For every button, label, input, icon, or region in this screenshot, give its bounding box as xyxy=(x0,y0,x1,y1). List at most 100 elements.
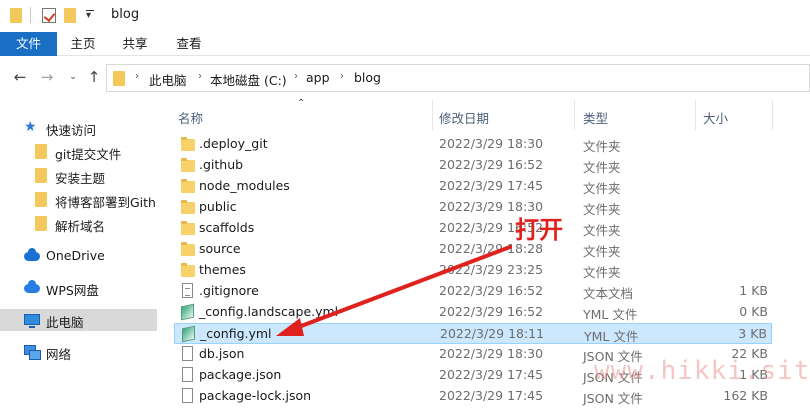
forward-arrow-icon[interactable]: → xyxy=(39,69,55,85)
file-row[interactable]: scaffolds 2022/3/29 16:52 文件夹 xyxy=(174,218,772,239)
file-row[interactable]: _config.landscape.yml 2022/3/29 16:52 YML … xyxy=(174,302,772,323)
file-type: 文件夹 xyxy=(583,181,621,196)
file-size: 162 KB xyxy=(723,388,768,403)
ribbon-tabs: 文件 主页 共享 查看 xyxy=(0,32,810,56)
file-name: .github xyxy=(199,157,244,172)
json-file-icon xyxy=(182,388,193,403)
column-divider[interactable] xyxy=(772,100,773,130)
file-size: 0 KB xyxy=(739,304,768,319)
chevron-right-icon[interactable]: › xyxy=(294,71,298,82)
file-row[interactable]: themes 2022/3/29 23:25 文件夹 xyxy=(174,260,772,281)
title-separator xyxy=(30,7,31,23)
file-date: 2022/3/29 18:30 xyxy=(439,346,544,361)
address-bar[interactable]: › 此电脑 › 本地磁盘 (C:) › app › blog xyxy=(106,64,810,92)
folder-icon xyxy=(35,144,47,159)
file-row[interactable]: node_modules 2022/3/29 17:45 文件夹 xyxy=(174,176,772,197)
file-date: 2022/3/29 17:45 xyxy=(439,388,544,403)
folder-icon xyxy=(181,221,195,235)
back-arrow-icon[interactable]: ← xyxy=(12,69,28,85)
sidebar-item-label: git提交文件 xyxy=(55,147,122,162)
file-type: JSON 文件 xyxy=(583,391,643,406)
sidebar-item-label: 此电脑 xyxy=(46,315,84,330)
column-name[interactable]: 名称 xyxy=(178,108,203,127)
file-type: 文件夹 xyxy=(583,139,621,154)
star-icon: ★ xyxy=(24,119,37,135)
new-folder-icon[interactable] xyxy=(64,8,78,23)
sidebar-item-pinned[interactable]: 将博客部署到Githu xyxy=(0,189,157,211)
column-divider[interactable] xyxy=(432,100,433,130)
folder-icon xyxy=(181,158,195,172)
file-date: 2022/3/29 16:52 xyxy=(439,304,544,319)
file-row[interactable]: .github 2022/3/29 16:52 文件夹 xyxy=(174,155,772,176)
breadcrumb-local-disk[interactable]: 本地磁盘 (C:) xyxy=(210,70,287,89)
sidebar-item-label: WPS网盘 xyxy=(46,283,99,298)
breadcrumb-this-pc[interactable]: 此电脑 xyxy=(149,70,187,89)
sidebar-item-quick-access[interactable]: ★ 快速访问 xyxy=(0,117,157,139)
sidebar-item-label: OneDrive xyxy=(46,248,105,263)
file-date: 2022/3/29 18:11 xyxy=(440,326,545,341)
file-type: YML 文件 xyxy=(584,329,639,344)
properties-icon[interactable] xyxy=(42,8,56,23)
file-name: db.json xyxy=(199,346,245,361)
column-date[interactable]: 修改日期 xyxy=(439,108,489,127)
computer-icon xyxy=(24,314,40,328)
sidebar-item-network[interactable]: 网络 xyxy=(0,341,157,363)
file-name: .deploy_git xyxy=(199,136,268,151)
column-size[interactable]: 大小 xyxy=(703,108,728,127)
file-row[interactable]: _config.yml 2022/3/29 18:11 YML 文件 3 KB xyxy=(174,323,772,344)
sidebar-item-pinned[interactable]: git提交文件 xyxy=(0,141,157,163)
watermark: www.hikki.site xyxy=(594,356,810,386)
folder-icon xyxy=(35,216,47,231)
sort-ascending-icon: ⌃ xyxy=(297,98,306,109)
sidebar-item-onedrive[interactable]: OneDrive xyxy=(0,245,157,267)
breadcrumb-app[interactable]: app xyxy=(306,70,330,85)
file-name: package.json xyxy=(199,367,282,382)
file-name: package-lock.json xyxy=(199,388,312,403)
file-row[interactable]: source 2022/3/29 18:28 文件夹 xyxy=(174,239,772,260)
json-file-icon xyxy=(182,346,193,361)
sidebar-item-label: 快速访问 xyxy=(46,123,97,138)
sidebar-item-pinned[interactable]: 解析域名 xyxy=(0,213,157,235)
recent-locations-chevron-icon[interactable]: ⌄ xyxy=(65,69,81,85)
up-arrow-icon[interactable]: ↑ xyxy=(86,69,102,85)
tab-view[interactable]: 查看 xyxy=(168,32,210,56)
chevron-right-icon[interactable]: › xyxy=(135,71,139,82)
sidebar-item-pinned[interactable]: 安装主题 xyxy=(0,165,157,187)
file-row[interactable]: package-lock.json 2022/3/29 17:45 JSON 文件 1… xyxy=(174,386,772,407)
chevron-right-icon[interactable]: › xyxy=(340,71,344,82)
file-type: 文件夹 xyxy=(583,160,621,175)
chevron-right-icon[interactable]: › xyxy=(198,71,202,82)
file-type: 文件夹 xyxy=(583,265,621,280)
file-date: 2022/3/29 17:45 xyxy=(439,367,544,382)
breadcrumb-blog[interactable]: blog xyxy=(354,70,381,85)
file-row[interactable]: .deploy_git 2022/3/29 18:30 文件夹 xyxy=(174,134,772,155)
column-type[interactable]: 类型 xyxy=(583,108,608,127)
folder-icon xyxy=(35,192,47,207)
tab-home[interactable]: 主页 xyxy=(62,32,104,56)
navigation-pane: ★ 快速访问 git提交文件 安装主题 将博客部署到Githu 解析域名 One… xyxy=(0,100,163,413)
folder-icon xyxy=(181,263,195,277)
sidebar-item-label: 安装主题 xyxy=(55,171,106,186)
folder-icon xyxy=(181,242,195,256)
column-divider[interactable] xyxy=(574,100,575,130)
file-row[interactable]: public 2022/3/29 18:30 文件夹 xyxy=(174,197,772,218)
sidebar-item-this-pc[interactable]: 此电脑 xyxy=(0,309,157,331)
folder-icon xyxy=(181,200,195,214)
text-file-icon xyxy=(182,283,193,298)
file-type: 文件夹 xyxy=(583,223,621,238)
file-name: _config.yml xyxy=(200,326,272,341)
tab-share[interactable]: 共享 xyxy=(114,32,156,56)
yml-file-icon xyxy=(181,303,194,321)
column-divider[interactable] xyxy=(695,100,696,130)
file-row[interactable]: .gitignore 2022/3/29 16:52 文本文档 1 KB xyxy=(174,281,772,302)
folder-icon xyxy=(113,71,125,86)
tab-file[interactable]: 文件 xyxy=(0,32,57,56)
network-icon xyxy=(24,345,41,360)
file-type: YML 文件 xyxy=(583,307,638,322)
yml-file-icon xyxy=(182,325,195,343)
folder-icon xyxy=(35,168,47,183)
file-date: 2022/3/29 16:52 xyxy=(439,283,544,298)
sidebar-item-wps[interactable]: WPS网盘 xyxy=(0,277,157,299)
column-header: ⌃ 名称 修改日期 类型 大小 xyxy=(163,98,810,130)
file-date: 2022/3/29 16:52 xyxy=(439,157,544,172)
